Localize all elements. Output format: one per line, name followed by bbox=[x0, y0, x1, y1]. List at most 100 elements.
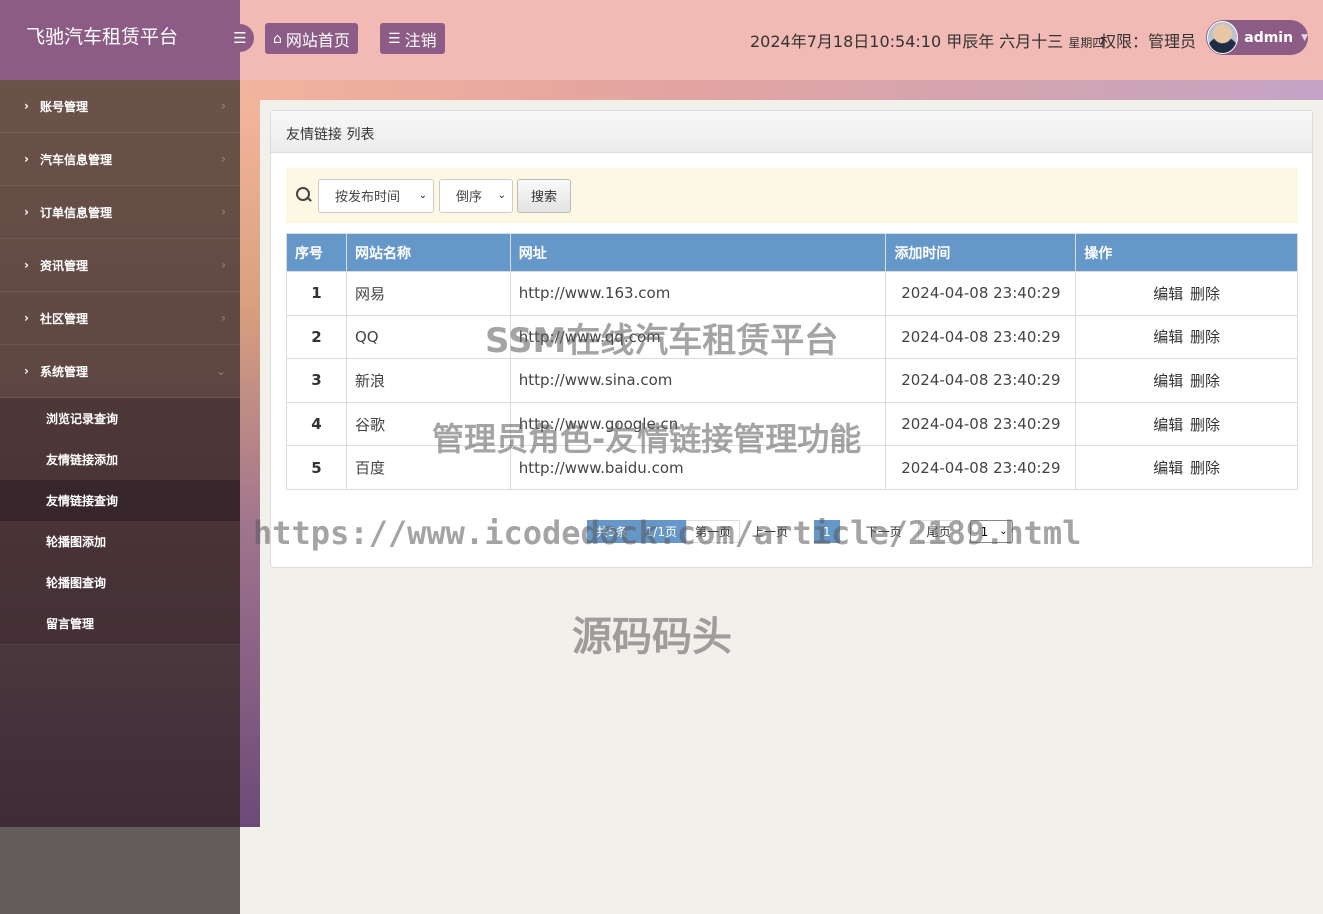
delete-link[interactable]: 删除 bbox=[1190, 416, 1220, 434]
edit-link[interactable]: 编辑 bbox=[1153, 285, 1183, 303]
chevron-right-icon: › bbox=[24, 99, 29, 113]
chevron-right-icon: › bbox=[221, 311, 226, 325]
search-bar: 按发布时间 ⌄ 倒序 ⌄ 搜索 bbox=[286, 168, 1298, 223]
delete-link[interactable]: 删除 bbox=[1190, 285, 1220, 303]
home-label: 网站首页 bbox=[285, 30, 350, 50]
chevron-right-icon: › bbox=[24, 364, 29, 378]
column-header: 添加时间 bbox=[885, 233, 1077, 272]
watermark-brand: 源码码头 bbox=[572, 614, 732, 660]
app-title: 飞驰汽车租赁平台 bbox=[0, 0, 240, 80]
sidebar-subitem-link-add[interactable]: 友情链接添加 bbox=[0, 439, 240, 480]
edit-link[interactable]: 编辑 bbox=[1153, 372, 1183, 390]
row-number: 4 bbox=[286, 401, 347, 447]
sidebar-item-cars[interactable]: › 汽车信息管理 › bbox=[0, 133, 240, 186]
sort-order-value: 倒序 bbox=[456, 190, 483, 205]
panel-title: 友情链接 列表 bbox=[271, 111, 1312, 153]
list-icon: ☰ bbox=[388, 30, 401, 47]
added-time: 2024-04-08 23:40:29 bbox=[885, 358, 1077, 403]
sidebar-edge-strip bbox=[240, 80, 260, 827]
sort-field-value: 按发布时间 bbox=[335, 190, 401, 205]
chevron-right-icon: › bbox=[24, 152, 29, 166]
hamburger-icon: ☰ bbox=[233, 29, 247, 47]
chevron-down-icon: ⌄ bbox=[497, 190, 506, 201]
caret-down-icon: ▼ bbox=[1301, 32, 1308, 43]
chevron-right-icon: › bbox=[221, 99, 226, 113]
column-header: 序号 bbox=[286, 233, 347, 272]
site-url: http://www.163.com bbox=[509, 271, 887, 316]
table-row: 3 新浪 http://www.sina.com 2024-04-08 23:4… bbox=[286, 358, 1298, 403]
sidebar-subitem-link-query[interactable]: 友情链接查询 bbox=[0, 480, 240, 521]
content-top-strip bbox=[240, 80, 1323, 100]
chevron-right-icon: › bbox=[24, 311, 29, 325]
row-actions: 编辑 删除 bbox=[1075, 401, 1298, 447]
sidebar-subitem-carousel-add[interactable]: 轮播图添加 bbox=[0, 521, 240, 562]
edit-link[interactable]: 编辑 bbox=[1153, 416, 1183, 434]
added-time: 2024-04-08 23:40:29 bbox=[885, 314, 1077, 360]
sidebar-item-label: 社区管理 bbox=[40, 311, 89, 326]
menu-toggle-button[interactable]: ☰ bbox=[226, 24, 254, 52]
row-actions: 编辑 删除 bbox=[1075, 271, 1298, 316]
sidebar-item-account[interactable]: › 账号管理 › bbox=[0, 80, 240, 133]
sidebar: › 账号管理 › › 汽车信息管理 › › 订单信息管理 › › 资讯管理 › … bbox=[0, 80, 240, 827]
weekday-text: 星期四 bbox=[1068, 36, 1105, 50]
row-number: 2 bbox=[286, 314, 347, 360]
sidebar-item-label: 订单信息管理 bbox=[40, 205, 113, 220]
sidebar-item-system[interactable]: › 系统管理 ⌄ bbox=[0, 345, 240, 398]
sidebar-item-label: 汽车信息管理 bbox=[40, 152, 113, 167]
row-actions: 编辑 删除 bbox=[1075, 314, 1298, 360]
row-actions: 编辑 删除 bbox=[1075, 358, 1298, 403]
sidebar-subitem-carousel-query[interactable]: 轮播图查询 bbox=[0, 562, 240, 603]
column-header: 网址 bbox=[509, 233, 887, 272]
search-icon bbox=[296, 186, 314, 205]
watermark-url: https://www.icodedock.com/article/2189.h… bbox=[253, 514, 1082, 552]
logout-label: 注销 bbox=[404, 30, 437, 50]
home-icon: ⌂ bbox=[273, 30, 282, 47]
system-submenu: 浏览记录查询 友情链接添加 友情链接查询 轮播图添加 轮播图查询 留言管理 bbox=[0, 398, 240, 645]
column-header: 网站名称 bbox=[345, 233, 511, 272]
sidebar-subitem-messages[interactable]: 留言管理 bbox=[0, 603, 240, 644]
sidebar-item-news[interactable]: › 资讯管理 › bbox=[0, 239, 240, 292]
edit-link[interactable]: 编辑 bbox=[1153, 459, 1183, 477]
column-header: 操作 bbox=[1075, 233, 1298, 272]
sidebar-subitem-browse-history[interactable]: 浏览记录查询 bbox=[0, 398, 240, 439]
added-time: 2024-04-08 23:40:29 bbox=[885, 445, 1077, 490]
sidebar-item-community[interactable]: › 社区管理 › bbox=[0, 292, 240, 345]
home-button[interactable]: ⌂ 网站首页 bbox=[265, 23, 358, 54]
added-time: 2024-04-08 23:40:29 bbox=[885, 271, 1077, 316]
row-actions: 编辑 删除 bbox=[1075, 445, 1298, 490]
datetime-text: 2024年7月18日10:54:10 甲辰年 六月十三 bbox=[750, 32, 1064, 51]
sidebar-item-label: 账号管理 bbox=[40, 99, 89, 114]
edit-link[interactable]: 编辑 bbox=[1153, 328, 1183, 346]
chevron-right-icon: › bbox=[221, 205, 226, 219]
table-row: 1 网易 http://www.163.com 2024-04-08 23:40… bbox=[286, 271, 1298, 316]
site-name: 网易 bbox=[345, 271, 511, 316]
added-time: 2024-04-08 23:40:29 bbox=[885, 401, 1077, 447]
delete-link[interactable]: 删除 bbox=[1190, 372, 1220, 390]
logout-button[interactable]: ☰ 注销 bbox=[380, 23, 445, 54]
chevron-right-icon: › bbox=[24, 258, 29, 272]
sidebar-item-orders[interactable]: › 订单信息管理 › bbox=[0, 186, 240, 239]
watermark-subtitle: 管理员角色-友情链接管理功能 bbox=[432, 420, 862, 458]
chevron-down-icon: ⌄ bbox=[215, 364, 226, 378]
table-header-row: 序号 网站名称 网址 添加时间 操作 bbox=[286, 233, 1298, 272]
delete-link[interactable]: 删除 bbox=[1190, 328, 1220, 346]
sort-field-select[interactable]: 按发布时间 ⌄ bbox=[318, 178, 434, 213]
sidebar-footer bbox=[0, 827, 240, 914]
search-button[interactable]: 搜索 bbox=[517, 178, 571, 213]
chevron-right-icon: › bbox=[221, 152, 226, 166]
top-bar: ☰ ⌂ 网站首页 ☰ 注销 2024年7月18日10:54:10 甲辰年 六月十… bbox=[226, 0, 1323, 80]
permission-text: 权限：管理员 bbox=[1100, 32, 1197, 51]
row-number: 3 bbox=[286, 358, 347, 403]
chevron-down-icon: ⌄ bbox=[418, 190, 427, 201]
chevron-right-icon: › bbox=[24, 205, 29, 219]
row-number: 5 bbox=[286, 445, 347, 490]
site-name: 新浪 bbox=[345, 358, 511, 403]
site-url: http://www.sina.com bbox=[509, 358, 887, 403]
chevron-right-icon: › bbox=[221, 258, 226, 272]
user-menu[interactable]: admin ▼ bbox=[1206, 20, 1308, 55]
delete-link[interactable]: 删除 bbox=[1190, 459, 1220, 477]
sidebar-item-label: 系统管理 bbox=[40, 364, 89, 379]
sidebar-item-label: 资讯管理 bbox=[40, 258, 89, 273]
sort-order-select[interactable]: 倒序 ⌄ bbox=[439, 178, 513, 213]
watermark-title: SSM在线汽车租赁平台 bbox=[485, 321, 839, 361]
